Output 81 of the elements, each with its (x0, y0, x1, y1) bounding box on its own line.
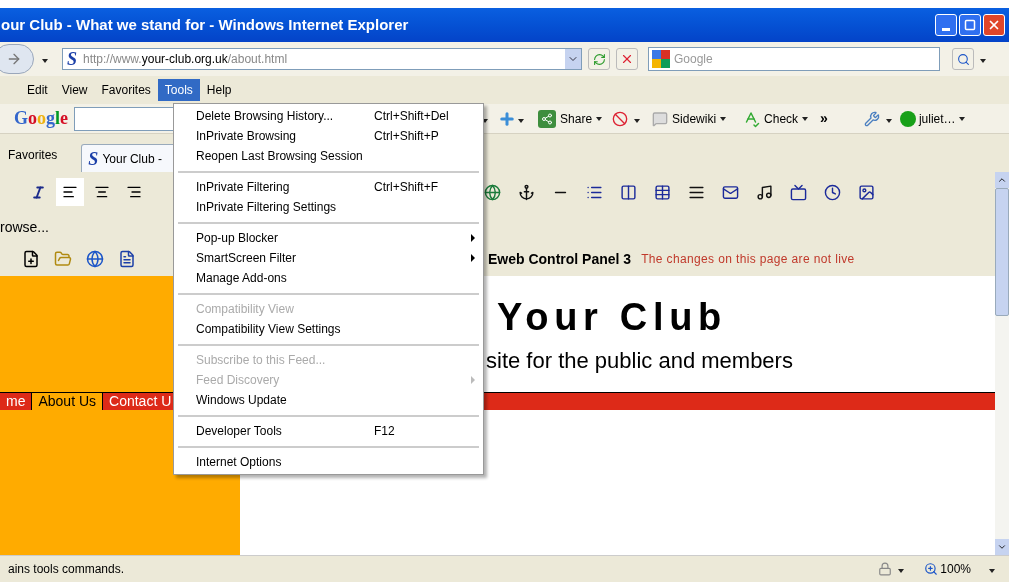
search-input[interactable]: Google (674, 50, 939, 68)
stop-button[interactable] (616, 48, 638, 70)
nav-link[interactable]: About Us (32, 393, 104, 410)
minimize-button[interactable] (935, 14, 957, 36)
close-icon (987, 18, 1001, 32)
caret-icon (720, 116, 727, 121)
caret-icon (885, 118, 892, 123)
menu-item[interactable]: Compatibility View Settings (174, 319, 483, 339)
page-subtitle: site for the public and members (486, 350, 794, 372)
more-button[interactable]: » (820, 108, 828, 129)
globe-icon[interactable] (86, 250, 104, 268)
menu-item[interactable]: Internet Options (174, 452, 483, 472)
security-lock-icon[interactable] (878, 562, 893, 576)
submenu-arrow-icon (471, 234, 475, 242)
caret-icon (898, 569, 905, 573)
search-button[interactable] (952, 48, 974, 70)
tab-title: Your Club - (102, 150, 162, 168)
menu-item[interactable]: InPrivate Browsing Ctrl+Shift+P (174, 126, 483, 146)
share-icon (538, 109, 557, 128)
maximize-button[interactable] (959, 14, 981, 36)
plus-icon[interactable] (498, 109, 517, 128)
zoom-button[interactable]: 100% (924, 560, 971, 578)
scrollbar[interactable] (995, 172, 1009, 555)
google-logo: Google (14, 107, 69, 130)
menu-item[interactable]: Help (199, 79, 239, 101)
url-text: http://www.your-club.org.uk/about.html (83, 51, 288, 68)
status-text: ains tools commands. (8, 561, 125, 578)
new-file-icon[interactable] (22, 250, 40, 268)
search-field[interactable]: Google (648, 47, 940, 71)
menu-item[interactable]: InPrivate Filtering Ctrl+Shift+F (174, 177, 483, 197)
menu-item[interactable]: Pop-up Blocker (174, 228, 483, 248)
document-icon[interactable] (118, 250, 136, 268)
maximize-icon (964, 19, 976, 31)
caret-icon (634, 118, 641, 123)
submenu-arrow-icon (471, 376, 475, 384)
menu-item[interactable]: Manage Add-ons (174, 268, 483, 288)
scroll-thumb[interactable] (995, 188, 1009, 316)
align-left-icon[interactable] (56, 178, 84, 206)
favorites-button[interactable]: Favorites (8, 146, 58, 164)
minimize-icon (942, 28, 950, 31)
caret-icon (980, 59, 986, 63)
page-heading: Your Club (497, 298, 729, 336)
address-field[interactable]: S http://www.your-club.org.uk/about.html (62, 48, 582, 70)
blocked-page-icon[interactable] (612, 110, 629, 127)
folder-icon[interactable] (54, 250, 72, 268)
notice-text: The changes on this page are not live (641, 251, 855, 268)
scroll-up-icon[interactable] (995, 172, 1009, 188)
speech-bubble-icon (652, 110, 669, 127)
refresh-button[interactable] (588, 48, 610, 70)
spell-check-button[interactable]: Check (742, 109, 809, 128)
close-button[interactable] (983, 14, 1005, 36)
zoom-icon (924, 562, 939, 576)
stop-icon (620, 52, 634, 66)
caret-icon (42, 59, 48, 63)
caret-icon (802, 116, 809, 121)
refresh-icon (592, 52, 606, 66)
caret-icon (989, 569, 995, 573)
sidewiki-button[interactable]: Sidewiki (652, 109, 727, 128)
menu-item[interactable]: Developer Tools F12 (174, 421, 483, 441)
search-icon (956, 52, 970, 66)
menu-item[interactable]: SmartScreen Filter (174, 248, 483, 268)
menu-item[interactable]: Edit (20, 79, 55, 101)
submenu-arrow-icon (471, 254, 475, 262)
menu-item[interactable]: Delete Browsing History... Ctrl+Shift+Del (174, 106, 483, 126)
browse-link[interactable]: rowse... (0, 216, 49, 238)
share-button[interactable]: Share (538, 109, 603, 128)
caret-icon (518, 118, 525, 123)
wrench-icon[interactable] (863, 110, 880, 127)
forward-button[interactable] (0, 44, 34, 74)
panel-title: Eweb Control Panel 3 (488, 249, 632, 269)
window-title: our Club - What we stand for - Windows Internet Explorer (1, 14, 409, 35)
menu-item[interactable]: InPrivate Filtering Settings (174, 197, 483, 217)
google-icon (652, 50, 670, 68)
caret-icon (958, 116, 965, 121)
caret-icon (596, 116, 603, 121)
menu-item[interactable]: Tools (157, 79, 200, 101)
site-logo-icon: S (88, 149, 99, 168)
site-logo-icon: S (67, 50, 77, 68)
account-button[interactable]: juliet… (899, 109, 965, 128)
menu-item[interactable]: View (54, 79, 95, 101)
menu-item[interactable]: Favorites (94, 79, 158, 101)
